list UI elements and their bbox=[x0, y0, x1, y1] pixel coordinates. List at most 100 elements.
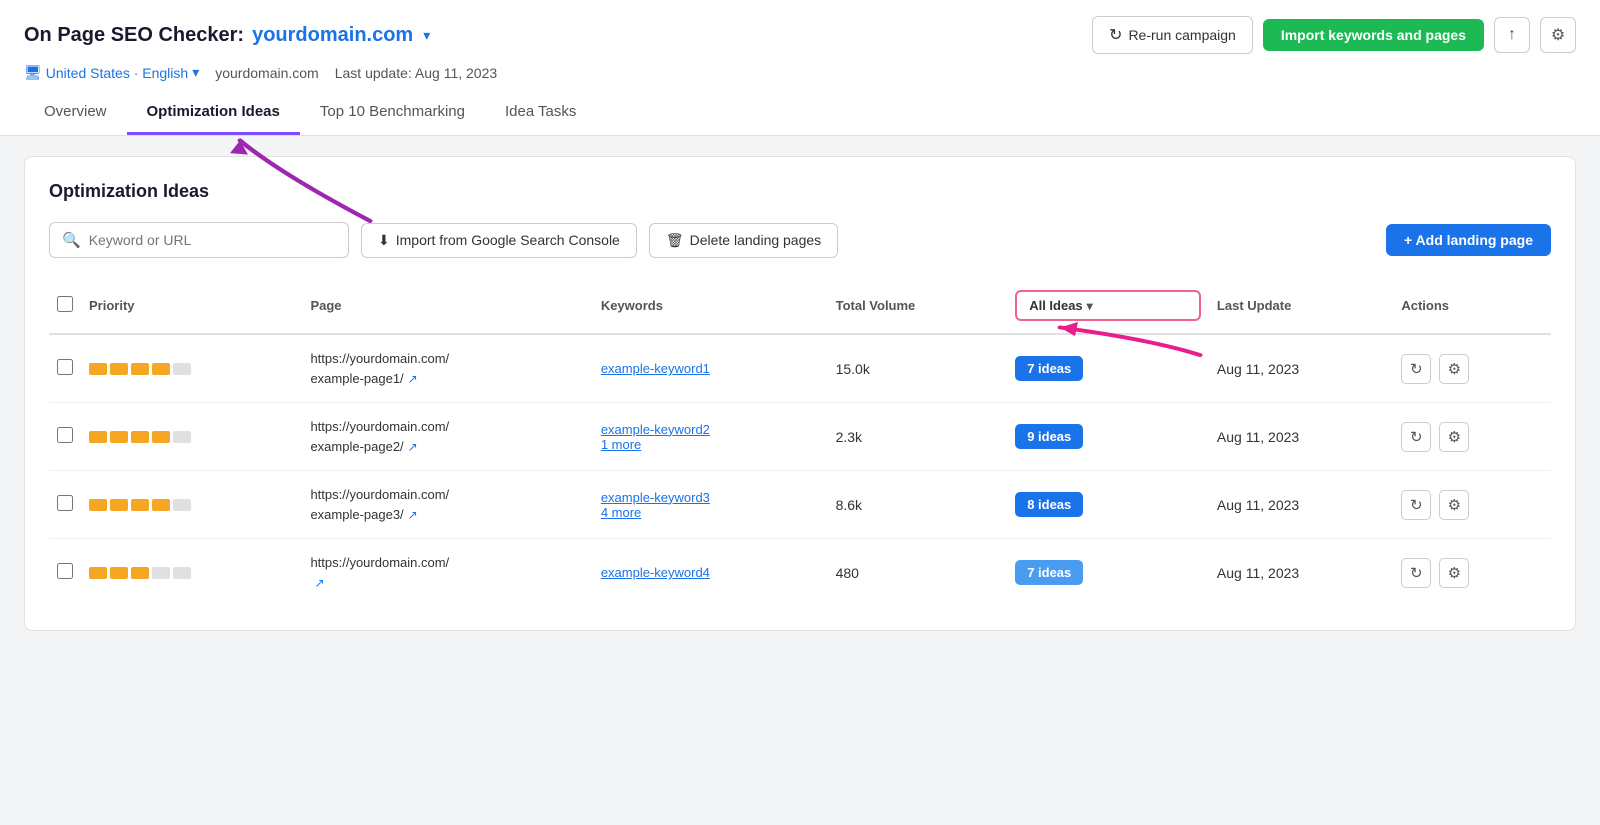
import-gsc-button[interactable]: ⬇ Import from Google Search Console bbox=[361, 223, 637, 258]
title-area: On Page SEO Checker: yourdomain.com ▾ bbox=[24, 24, 430, 47]
priority-bar bbox=[152, 567, 170, 579]
all-ideas-filter[interactable]: All Ideas ▾ bbox=[1015, 290, 1201, 321]
rerun-row-button[interactable]: ↻ bbox=[1401, 354, 1431, 384]
add-landing-page-button[interactable]: + Add landing page bbox=[1386, 224, 1551, 256]
import-keywords-button[interactable]: Import keywords and pages bbox=[1263, 19, 1484, 51]
row-checkbox-0[interactable] bbox=[57, 359, 73, 375]
tab-bar: Overview Optimization Ideas Top 10 Bench… bbox=[24, 93, 1576, 135]
keyword-link[interactable]: example-keyword4 bbox=[601, 565, 820, 580]
col-volume: Total Volume bbox=[828, 278, 1008, 334]
actions-cell: ↻ ⚙ bbox=[1401, 354, 1543, 384]
main-content: Optimization Ideas 🔍 ⬇ Import from Googl… bbox=[0, 136, 1600, 651]
priority-bar bbox=[110, 567, 128, 579]
keyword-more-link[interactable]: 1 more bbox=[601, 437, 820, 452]
last-update-text: Last update: Aug 11, 2023 bbox=[335, 65, 497, 81]
table-header-row: Priority Page Keywords Total Volume All … bbox=[49, 278, 1551, 334]
rerun-icon: ↻ bbox=[1109, 25, 1122, 45]
page-url: https://yourdomain.com/example-page1/↗ bbox=[310, 349, 584, 388]
rerun-button[interactable]: ↻ Re-run campaign bbox=[1092, 16, 1253, 54]
ideas-badge[interactable]: 8 ideas bbox=[1015, 492, 1083, 517]
external-link-icon[interactable]: ↗ bbox=[408, 372, 418, 386]
domain-link[interactable]: yourdomain.com bbox=[252, 24, 413, 47]
external-link-icon[interactable]: ↗ bbox=[408, 508, 418, 522]
settings-row-button[interactable]: ⚙ bbox=[1439, 354, 1469, 384]
priority-bar bbox=[173, 499, 191, 511]
share-icon: ↑ bbox=[1508, 26, 1516, 44]
row-checkbox-2[interactable] bbox=[57, 495, 73, 511]
tab-overview[interactable]: Overview bbox=[24, 93, 127, 135]
table-row: https://yourdomain.com/example-page1/↗ ex… bbox=[49, 334, 1551, 403]
monitor-icon: 🖥 bbox=[24, 64, 42, 81]
region-selector[interactable]: 🖥 United States · English ▾ bbox=[24, 64, 199, 81]
ideas-badge[interactable]: 9 ideas bbox=[1015, 424, 1083, 449]
select-all-checkbox[interactable] bbox=[57, 296, 73, 312]
priority-bar bbox=[173, 567, 191, 579]
row-checkbox-3[interactable] bbox=[57, 563, 73, 579]
keyword-link[interactable]: example-keyword3 bbox=[601, 490, 820, 505]
priority-bar bbox=[89, 567, 107, 579]
priority-bar bbox=[152, 499, 170, 511]
delete-icon: 🗑 bbox=[666, 232, 684, 249]
priority-indicator bbox=[89, 567, 294, 579]
rerun-row-button[interactable]: ↻ bbox=[1401, 558, 1431, 588]
priority-indicator bbox=[89, 499, 294, 511]
domain-dropdown-icon[interactable]: ▾ bbox=[423, 27, 430, 44]
ideas-badge[interactable]: 7 ideas bbox=[1015, 560, 1083, 585]
rerun-row-button[interactable]: ↻ bbox=[1401, 422, 1431, 452]
keyword-more-link[interactable]: 4 more bbox=[601, 505, 820, 520]
region-chevron-icon: ▾ bbox=[192, 64, 199, 81]
row-checkbox-1[interactable] bbox=[57, 427, 73, 443]
priority-bar bbox=[131, 567, 149, 579]
ideas-table: Priority Page Keywords Total Volume All … bbox=[49, 278, 1551, 606]
header-row1: On Page SEO Checker: yourdomain.com ▾ ↻ … bbox=[24, 16, 1576, 54]
col-priority: Priority bbox=[81, 278, 302, 334]
priority-indicator bbox=[89, 431, 294, 443]
col-keywords: Keywords bbox=[593, 278, 828, 334]
priority-bar bbox=[131, 431, 149, 443]
top-bar: On Page SEO Checker: yourdomain.com ▾ ↻ … bbox=[0, 0, 1600, 136]
col-checkbox bbox=[49, 278, 81, 334]
import-gsc-label: Import from Google Search Console bbox=[396, 232, 620, 248]
actions-cell: ↻ ⚙ bbox=[1401, 422, 1543, 452]
optimization-ideas-card: Optimization Ideas 🔍 ⬇ Import from Googl… bbox=[24, 156, 1576, 631]
priority-bar bbox=[89, 499, 107, 511]
settings-button[interactable]: ⚙ bbox=[1540, 17, 1576, 53]
table-body: https://yourdomain.com/example-page1/↗ ex… bbox=[49, 334, 1551, 606]
search-input[interactable] bbox=[89, 232, 336, 248]
settings-row-button[interactable]: ⚙ bbox=[1439, 422, 1469, 452]
last-update-value: Aug 11, 2023 bbox=[1217, 497, 1299, 513]
all-ideas-chevron-icon: ▾ bbox=[1087, 299, 1093, 313]
page-title-prefix: On Page SEO Checker: bbox=[24, 24, 244, 47]
col-actions: Actions bbox=[1393, 278, 1551, 334]
rerun-row-button[interactable]: ↻ bbox=[1401, 490, 1431, 520]
priority-bar bbox=[110, 431, 128, 443]
priority-indicator bbox=[89, 363, 294, 375]
col-all-ideas: All Ideas ▾ bbox=[1007, 278, 1209, 334]
share-button[interactable]: ↑ bbox=[1494, 17, 1530, 53]
toolbar: 🔍 ⬇ Import from Google Search Console 🗑 … bbox=[49, 222, 1551, 258]
add-label: + Add landing page bbox=[1404, 232, 1533, 248]
priority-bar bbox=[110, 499, 128, 511]
volume-value: 2.3k bbox=[836, 429, 862, 445]
tab-top10[interactable]: Top 10 Benchmarking bbox=[300, 93, 485, 135]
table-row: https://yourdomain.com/example-page3/↗ex… bbox=[49, 471, 1551, 539]
keyword-link[interactable]: example-keyword2 bbox=[601, 422, 820, 437]
delete-label: Delete landing pages bbox=[690, 232, 822, 248]
priority-bar bbox=[89, 431, 107, 443]
external-link-icon[interactable]: ↗ bbox=[408, 440, 418, 454]
col-page: Page bbox=[302, 278, 592, 334]
domain-meta: yourdomain.com bbox=[215, 65, 319, 81]
delete-pages-button[interactable]: 🗑 Delete landing pages bbox=[649, 223, 838, 258]
settings-row-button[interactable]: ⚙ bbox=[1439, 490, 1469, 520]
tab-optimization-ideas[interactable]: Optimization Ideas bbox=[127, 93, 300, 135]
settings-row-button[interactable]: ⚙ bbox=[1439, 558, 1469, 588]
tab-idea-tasks[interactable]: Idea Tasks bbox=[485, 93, 596, 135]
last-update-value: Aug 11, 2023 bbox=[1217, 361, 1299, 377]
ideas-badge[interactable]: 7 ideas bbox=[1015, 356, 1083, 381]
priority-bar bbox=[152, 431, 170, 443]
last-update-value: Aug 11, 2023 bbox=[1217, 565, 1299, 581]
external-link-icon[interactable]: ↗ bbox=[314, 576, 324, 590]
priority-bar bbox=[152, 363, 170, 375]
keyword-link[interactable]: example-keyword1 bbox=[601, 361, 820, 376]
col-last-update: Last Update bbox=[1209, 278, 1393, 334]
